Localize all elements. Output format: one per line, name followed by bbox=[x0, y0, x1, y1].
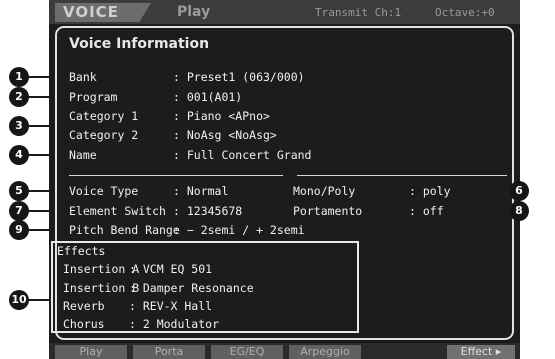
reverb-value: : REV-X Hall bbox=[129, 299, 213, 313]
callout-7: 7 bbox=[9, 201, 29, 221]
portamento-label: Portamento bbox=[293, 204, 363, 218]
callout-3: 3 bbox=[9, 116, 29, 136]
category1-label: Category 1 bbox=[69, 109, 139, 123]
program-label: Program bbox=[69, 90, 118, 104]
voice-play-screen: VOICE Play Transmit Ch:1 Octave:+0 Voice… bbox=[49, 0, 520, 359]
tab-arpeggio[interactable]: Arpeggio bbox=[289, 345, 361, 359]
transmit-channel-indicator: Transmit Ch:1 bbox=[315, 6, 402, 19]
tab-eg-eq[interactable]: EG/EQ bbox=[211, 345, 283, 359]
effects-box: Effects Insertion A : VCM EQ 501 Inserti… bbox=[51, 241, 359, 333]
insertion-a-label: Insertion A bbox=[63, 262, 140, 276]
callout-9: 9 bbox=[9, 220, 29, 240]
tab-porta[interactable]: Porta bbox=[133, 345, 205, 359]
category2-value: : NoAsg <NoAsg> bbox=[173, 128, 277, 142]
chorus-label: Chorus bbox=[63, 317, 105, 331]
pitch-bend-range-value[interactable]: : − 2semi / + 2semi bbox=[173, 223, 305, 237]
callout-10: 10 bbox=[9, 290, 29, 310]
mono-poly-label: Mono/Poly bbox=[293, 184, 356, 198]
callout-4: 4 bbox=[9, 145, 29, 165]
divider-left bbox=[69, 175, 283, 176]
tab-play[interactable]: Play bbox=[177, 2, 210, 22]
chorus-value: : 2 Modulator bbox=[129, 317, 220, 331]
callout-5: 5 bbox=[9, 181, 29, 201]
voice-type-value: : Normal bbox=[173, 184, 229, 198]
category2-label: Category 2 bbox=[69, 128, 139, 142]
program-value: : 001(A01) bbox=[173, 90, 243, 104]
portamento-value[interactable]: : off bbox=[409, 204, 444, 218]
element-switch-value[interactable]: : 12345678 bbox=[173, 204, 242, 218]
element-switch-label: Element Switch bbox=[69, 204, 166, 218]
bank-value: : Preset1 (063/000) bbox=[173, 70, 305, 84]
callout-6: 6 bbox=[509, 181, 529, 201]
bank-label: Bank bbox=[69, 70, 97, 84]
reverb-label: Reverb bbox=[63, 299, 105, 313]
insertion-b-label: Insertion B bbox=[63, 281, 140, 295]
divider-right bbox=[297, 175, 507, 176]
category1-value: : Piano <APno> bbox=[173, 109, 270, 123]
tab-effect[interactable]: Effect ▸ bbox=[447, 345, 515, 359]
name-value: : Full Concert Grand bbox=[173, 148, 312, 162]
panel-title: Voice Information bbox=[69, 36, 210, 52]
callout-2: 2 bbox=[9, 87, 29, 107]
effects-title: Effects bbox=[57, 244, 106, 258]
chevron-right-icon: ▸ bbox=[492, 345, 502, 358]
mono-poly-value[interactable]: : poly bbox=[409, 184, 451, 198]
tab-play-function[interactable]: Play bbox=[55, 345, 127, 359]
callout-8: 8 bbox=[509, 201, 529, 221]
pitch-bend-range-label: Pitch Bend Range bbox=[69, 223, 180, 237]
tab-voice[interactable]: VOICE bbox=[55, 3, 151, 22]
callout-1: 1 bbox=[9, 67, 29, 87]
octave-indicator: Octave:+0 bbox=[435, 6, 495, 19]
insertion-b-value: : Damper Resonance bbox=[129, 281, 254, 295]
name-label: Name bbox=[69, 148, 97, 162]
tab-effect-label: Effect bbox=[460, 345, 493, 358]
voice-type-label: Voice Type bbox=[69, 184, 139, 198]
insertion-a-value: : VCM EQ 501 bbox=[129, 262, 213, 276]
header-bar: VOICE Play Transmit Ch:1 Octave:+0 bbox=[49, 0, 520, 24]
